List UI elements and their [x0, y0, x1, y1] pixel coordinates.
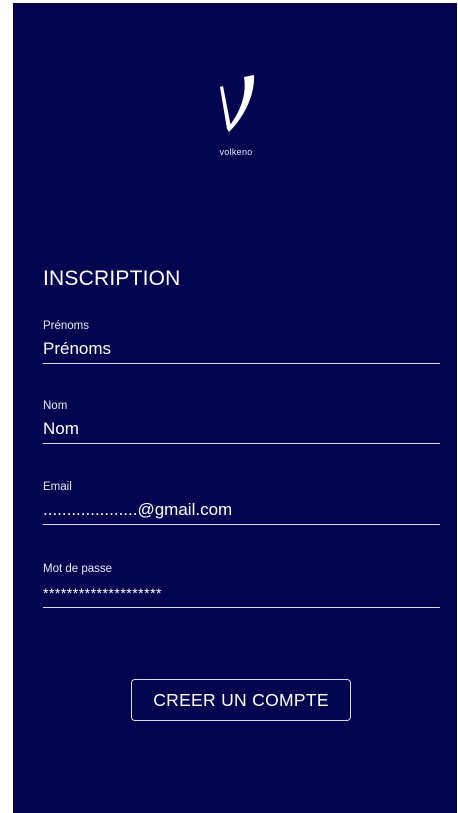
first-names-input[interactable]: Prénoms — [43, 339, 440, 359]
password-label: Mot de passe — [43, 563, 113, 575]
logo-text: volkeno — [219, 147, 253, 157]
create-account-button[interactable]: CREER UN COMPTE — [131, 679, 351, 721]
volkeno-logo: volkeno — [203, 75, 269, 165]
last-name-label: Nom — [43, 400, 68, 412]
volkeno-v-icon — [220, 75, 255, 132]
first-names-label: Prénoms — [43, 320, 90, 332]
email-input[interactable]: ....................@gmail.com — [43, 500, 440, 520]
first-names-field[interactable]: Prénoms Prénoms — [43, 319, 440, 364]
last-name-input[interactable]: Nom — [43, 419, 440, 439]
password-underline — [43, 607, 440, 608]
email-label: Email — [43, 481, 72, 493]
password-input[interactable]: ******************** — [43, 583, 440, 603]
last-name-field[interactable]: Nom Nom — [43, 399, 440, 444]
last-name-underline — [43, 443, 440, 444]
password-field[interactable]: Mot de passe ******************** — [43, 562, 440, 608]
email-underline — [43, 524, 440, 525]
page-title: INSCRIPTION — [43, 267, 181, 290]
first-names-underline — [43, 363, 440, 364]
email-field[interactable]: Email ....................@gmail.com — [43, 480, 440, 525]
signup-screen: volkeno INSCRIPTION Prénoms Prénoms Nom … — [13, 3, 457, 813]
